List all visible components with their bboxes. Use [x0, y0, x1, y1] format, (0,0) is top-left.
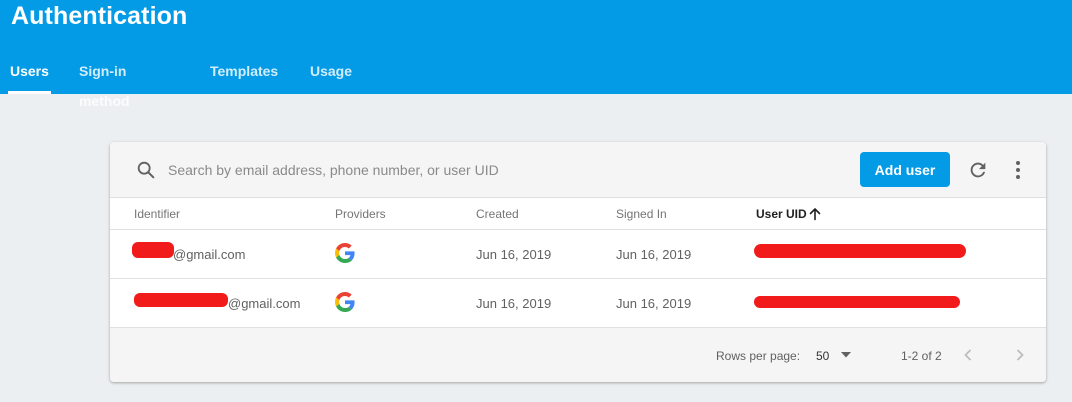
chevron-right-icon[interactable] [1012, 347, 1028, 363]
sort-ascending-icon[interactable] [808, 207, 822, 221]
cell-identifier: @gmail.com [228, 296, 301, 311]
add-user-button[interactable]: Add user [860, 152, 950, 187]
table-toolbar: Add user [110, 142, 1046, 198]
pagination-range: 1-2 of 2 [901, 349, 942, 363]
more-vert-icon[interactable] [1008, 159, 1028, 181]
active-tab-indicator [8, 91, 51, 94]
cell-signed-in: Jun 16, 2019 [616, 296, 692, 311]
column-header-signed-in[interactable]: Signed In [616, 207, 667, 221]
table-row[interactable]: @gmail.com Jun 16, 2019 Jun 16, 2019 [110, 230, 1046, 279]
redacted-user-uid [754, 244, 966, 258]
page-title: Authentication [11, 2, 188, 30]
redacted-user-uid [754, 296, 960, 308]
google-icon [335, 243, 355, 263]
redacted-email-prefix [132, 242, 174, 258]
column-header-user-uid[interactable]: User UID [756, 207, 807, 221]
rows-per-page-select[interactable]: 50 [816, 349, 829, 363]
redacted-email-prefix [134, 293, 228, 307]
column-header-identifier[interactable]: Identifier [134, 207, 180, 221]
tab-sign-in-method[interactable]: Sign-in method [79, 56, 130, 109]
cell-signed-in: Jun 16, 2019 [616, 247, 692, 262]
cell-identifier: @gmail.com [173, 247, 246, 262]
refresh-icon[interactable] [967, 159, 989, 181]
rows-per-page-label: Rows per page: [716, 349, 801, 363]
google-icon [335, 292, 355, 312]
tab-usage[interactable]: Usage [310, 56, 352, 94]
search-icon[interactable] [135, 159, 157, 181]
users-table-card: Add user Identifier Providers Created Si… [110, 142, 1046, 382]
cell-created: Jun 16, 2019 [476, 247, 552, 262]
cell-created: Jun 16, 2019 [476, 296, 552, 311]
tab-templates[interactable]: Templates [210, 56, 278, 94]
chevron-left-icon[interactable] [960, 347, 976, 363]
column-header-providers[interactable]: Providers [335, 207, 386, 221]
dropdown-arrow-icon[interactable] [841, 352, 851, 358]
table-row[interactable]: @gmail.com Jun 16, 2019 Jun 16, 2019 [110, 279, 1046, 328]
search-input[interactable] [168, 156, 588, 184]
tab-users-label: Users [10, 63, 49, 79]
column-header-created[interactable]: Created [476, 207, 519, 221]
app-header: Authentication Users Sign-in method Temp… [0, 0, 1072, 109]
table-header: Identifier Providers Created Signed In U… [110, 199, 1046, 230]
table-footer: Rows per page: 50 1-2 of 2 [110, 328, 1046, 382]
tab-users[interactable]: Users [8, 56, 51, 94]
